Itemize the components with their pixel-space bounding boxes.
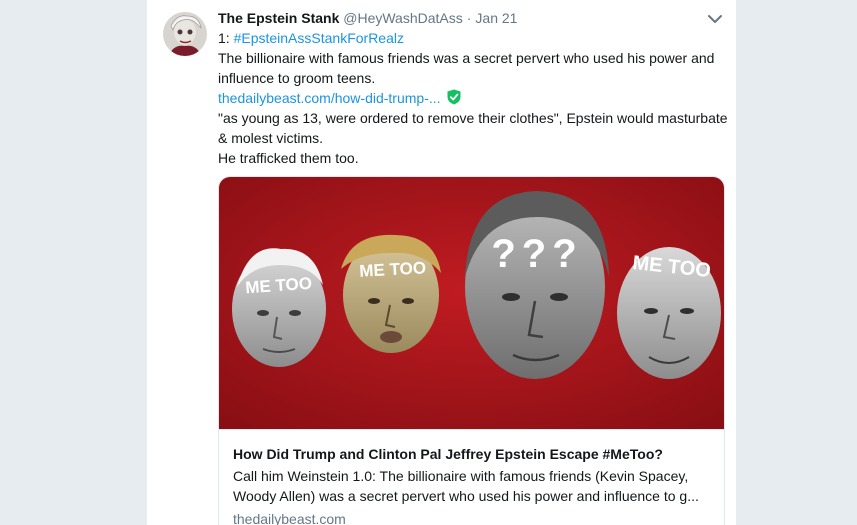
link-preview-card[interactable]: ME TOO ME TOO ??? ME TOO How Did Trump a…	[218, 176, 725, 525]
tweet-text-line-thread: 1: #EpsteinAssStankForRealz	[218, 28, 723, 48]
chevron-down-icon[interactable]	[707, 12, 723, 24]
separator-dot: ·	[466, 10, 472, 26]
author-name[interactable]: The Epstein Stank	[218, 10, 339, 26]
card-description-line: Call him Weinstein 1.0: The billionaire …	[233, 468, 689, 484]
tweet-text-line: influence to groom teens.	[218, 70, 376, 86]
tweet[interactable]: The Epstein Stank @HeyWashDatAss · Jan 21 …	[147, 0, 736, 525]
card-description: Call him Weinstein 1.0: The billionaire …	[233, 466, 713, 506]
article-link[interactable]: thedailybeast.com/how-did-trump-...	[218, 90, 441, 106]
card-body[interactable]: How Did Trump and Clinton Pal Jeffrey Ep…	[219, 429, 724, 525]
avatar[interactable]	[163, 12, 207, 56]
hashtag-link[interactable]: #EpsteinAssStankForRealz	[234, 30, 404, 46]
card-image[interactable]: ME TOO ME TOO ??? ME TOO	[219, 177, 724, 429]
face-2-label: ME TOO	[359, 258, 427, 280]
tweet-text-line: & molest victims.	[218, 130, 324, 146]
face-3-label: ???	[491, 232, 582, 276]
tweet-text-line: He trafficked them too.	[218, 150, 359, 166]
tweet-text: 1: #EpsteinAssStankForRealz The billiona…	[218, 28, 728, 168]
face-4: ME TOO	[617, 247, 721, 379]
tweet-text-line: "as young as 13, were ordered to remove …	[218, 110, 728, 126]
shield-check-icon	[447, 89, 461, 105]
tweet-date[interactable]: Jan 21	[475, 10, 517, 26]
tweet-link-line: thedailybeast.com/how-did-trump-...	[218, 88, 723, 108]
author-handle[interactable]: @HeyWashDatAss	[343, 10, 463, 26]
tweet-text-line: The billionaire with famous friends was …	[218, 50, 715, 66]
tweet-header: The Epstein Stank @HeyWashDatAss · Jan 21	[218, 8, 517, 28]
card-description-line: Woody Allen) was a secret pervert who us…	[233, 488, 699, 504]
thread-prefix: 1:	[218, 30, 234, 46]
card-domain: thedailybeast.com	[233, 511, 346, 525]
card-title[interactable]: How Did Trump and Clinton Pal Jeffrey Ep…	[233, 444, 713, 464]
face-1: ME TOO	[232, 248, 326, 367]
